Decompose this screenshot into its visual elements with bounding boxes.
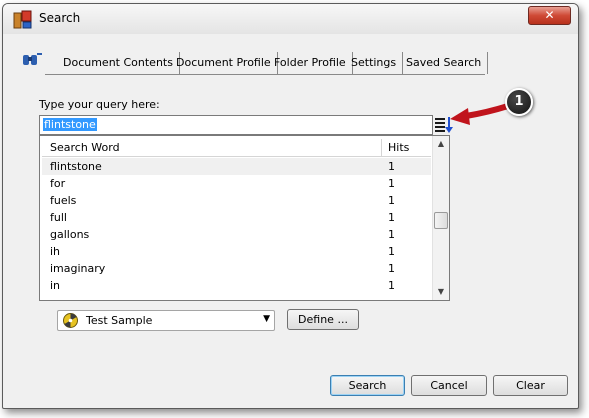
tab-folder-profile[interactable]: Folder Profile: [268, 52, 353, 74]
column-header-hits[interactable]: Hits: [388, 141, 409, 154]
row-word: in: [50, 279, 61, 292]
list-row[interactable]: gallons 1: [42, 226, 431, 243]
row-hits: 1: [388, 279, 395, 292]
callout-badge: 1: [505, 88, 533, 116]
close-button[interactable]: ✕: [528, 6, 571, 25]
tab-settings[interactable]: Settings: [345, 52, 404, 74]
row-hits: 1: [388, 262, 395, 275]
scroll-up-arrow-icon[interactable]: ▲: [433, 136, 449, 152]
scroll-thumb[interactable]: [434, 212, 448, 229]
row-hits: 1: [388, 245, 395, 258]
row-word: full: [50, 211, 67, 224]
define-button[interactable]: Define ...: [287, 309, 359, 330]
search-button[interactable]: Search: [330, 375, 405, 396]
row-hits: 1: [388, 194, 395, 207]
list-rows: flintstone 1 for 1 fuels 1 full 1 gallons 1 i…: [42, 158, 431, 294]
tab-document-contents[interactable]: Document Contents: [57, 52, 180, 74]
column-separator[interactable]: [381, 139, 382, 156]
tab-strip-divider: [45, 74, 485, 75]
list-header: Search Word Hits: [42, 138, 431, 157]
query-label: Type your query here:: [39, 98, 160, 111]
row-word: for: [50, 177, 66, 190]
list-row[interactable]: ih 1: [42, 243, 431, 260]
list-row[interactable]: full 1: [42, 209, 431, 226]
column-header-search-word[interactable]: Search Word: [50, 141, 120, 154]
query-value: flintstone: [43, 118, 97, 131]
row-hits: 1: [388, 160, 395, 173]
list-row[interactable]: fuels 1: [42, 192, 431, 209]
row-word: ih: [50, 245, 61, 258]
binoculars-icon: [23, 53, 42, 65]
query-input[interactable]: flintstone: [39, 115, 433, 135]
row-word: imaginary: [50, 262, 106, 275]
scroll-down-arrow-icon[interactable]: ▼: [433, 284, 449, 300]
profile-selected-value: Test Sample: [86, 314, 153, 327]
dialog-body: Document Contents Document Profile Folde…: [9, 34, 572, 403]
row-word: gallons: [50, 228, 90, 241]
title-bar[interactable]: Search ✕: [3, 4, 578, 34]
search-word-list[interactable]: Search Word Hits flintstone 1 for 1 fuels 1…: [39, 135, 450, 301]
list-row[interactable]: in 1: [42, 277, 431, 294]
list-row[interactable]: for 1: [42, 175, 431, 192]
list-scrollbar[interactable]: ▲ ▼: [432, 136, 449, 300]
row-hits: 1: [388, 177, 395, 190]
profile-select[interactable]: Test Sample ▼: [57, 310, 275, 331]
row-word: flintstone: [50, 160, 102, 173]
tab-saved-search[interactable]: Saved Search: [400, 52, 489, 74]
app-icon: [13, 10, 32, 29]
profile-icon: [63, 313, 78, 328]
row-hits: 1: [388, 228, 395, 241]
list-row[interactable]: flintstone 1: [42, 158, 431, 175]
sort-icon[interactable]: [434, 116, 454, 134]
cancel-button[interactable]: Cancel: [411, 375, 487, 396]
row-word: fuels: [50, 194, 77, 207]
clear-button[interactable]: Clear: [493, 375, 568, 396]
search-dialog: Search ✕ Document Contents Document Prof…: [2, 3, 579, 409]
chevron-down-icon[interactable]: ▼: [263, 314, 270, 324]
tab-document-profile[interactable]: Document Profile: [170, 52, 278, 74]
window-title: Search: [39, 11, 81, 25]
list-row[interactable]: imaginary 1: [42, 260, 431, 277]
row-hits: 1: [388, 211, 395, 224]
